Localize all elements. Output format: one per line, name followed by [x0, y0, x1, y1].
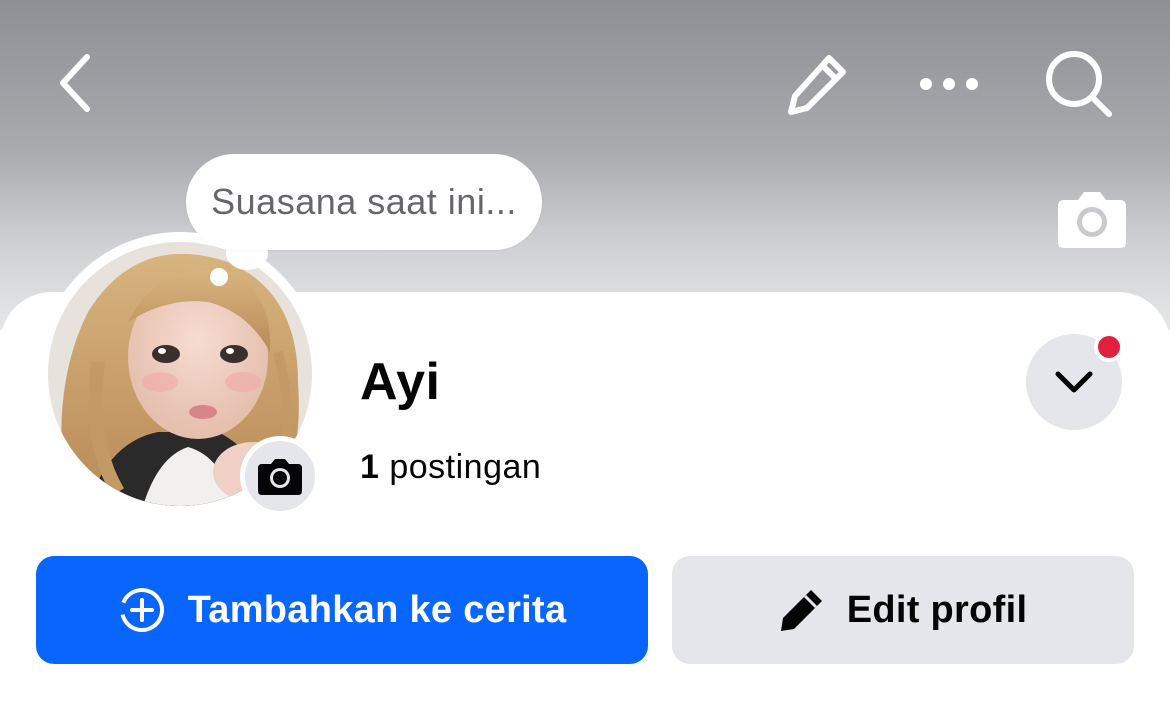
- profile-name: Ayi: [360, 353, 441, 411]
- more-dots-icon: [920, 78, 978, 90]
- search-icon: [1046, 51, 1112, 117]
- add-circle-icon: [119, 588, 164, 632]
- post-count-label: postingan: [379, 448, 542, 486]
- camera-icon: [1058, 192, 1126, 248]
- more-options-button[interactable]: [910, 52, 988, 116]
- search-button[interactable]: [1036, 44, 1122, 124]
- avatar-camera-button[interactable]: [240, 436, 320, 516]
- edit-cover-button[interactable]: [778, 48, 856, 120]
- pencil-icon: [780, 590, 822, 631]
- post-count: 1 postingan: [360, 448, 541, 487]
- chevron-down-icon: [1055, 371, 1093, 393]
- edit-profile-label: Edit profil: [846, 588, 1028, 631]
- camera-icon: [258, 459, 302, 495]
- add-to-story-button[interactable]: Tambahkan ke cerita: [36, 556, 648, 664]
- add-to-story-label: Tambahkan ke cerita: [187, 588, 567, 631]
- post-count-number: 1: [360, 448, 380, 486]
- mood-status-bubble[interactable]: Suasana saat ini...: [186, 154, 542, 250]
- profile-screen: Suasana saat ini... Ayi 1 postingan Tamb…: [0, 0, 1170, 718]
- bubble-tail-small: [210, 268, 228, 286]
- mood-placeholder: Suasana saat ini...: [211, 181, 517, 222]
- back-button[interactable]: [40, 48, 110, 118]
- edit-profile-button[interactable]: Edit profil: [672, 556, 1134, 664]
- chevron-left-icon: [60, 54, 90, 112]
- pencil-icon: [788, 55, 846, 115]
- notification-dot: [1094, 332, 1124, 362]
- cover-camera-button[interactable]: [1056, 188, 1128, 250]
